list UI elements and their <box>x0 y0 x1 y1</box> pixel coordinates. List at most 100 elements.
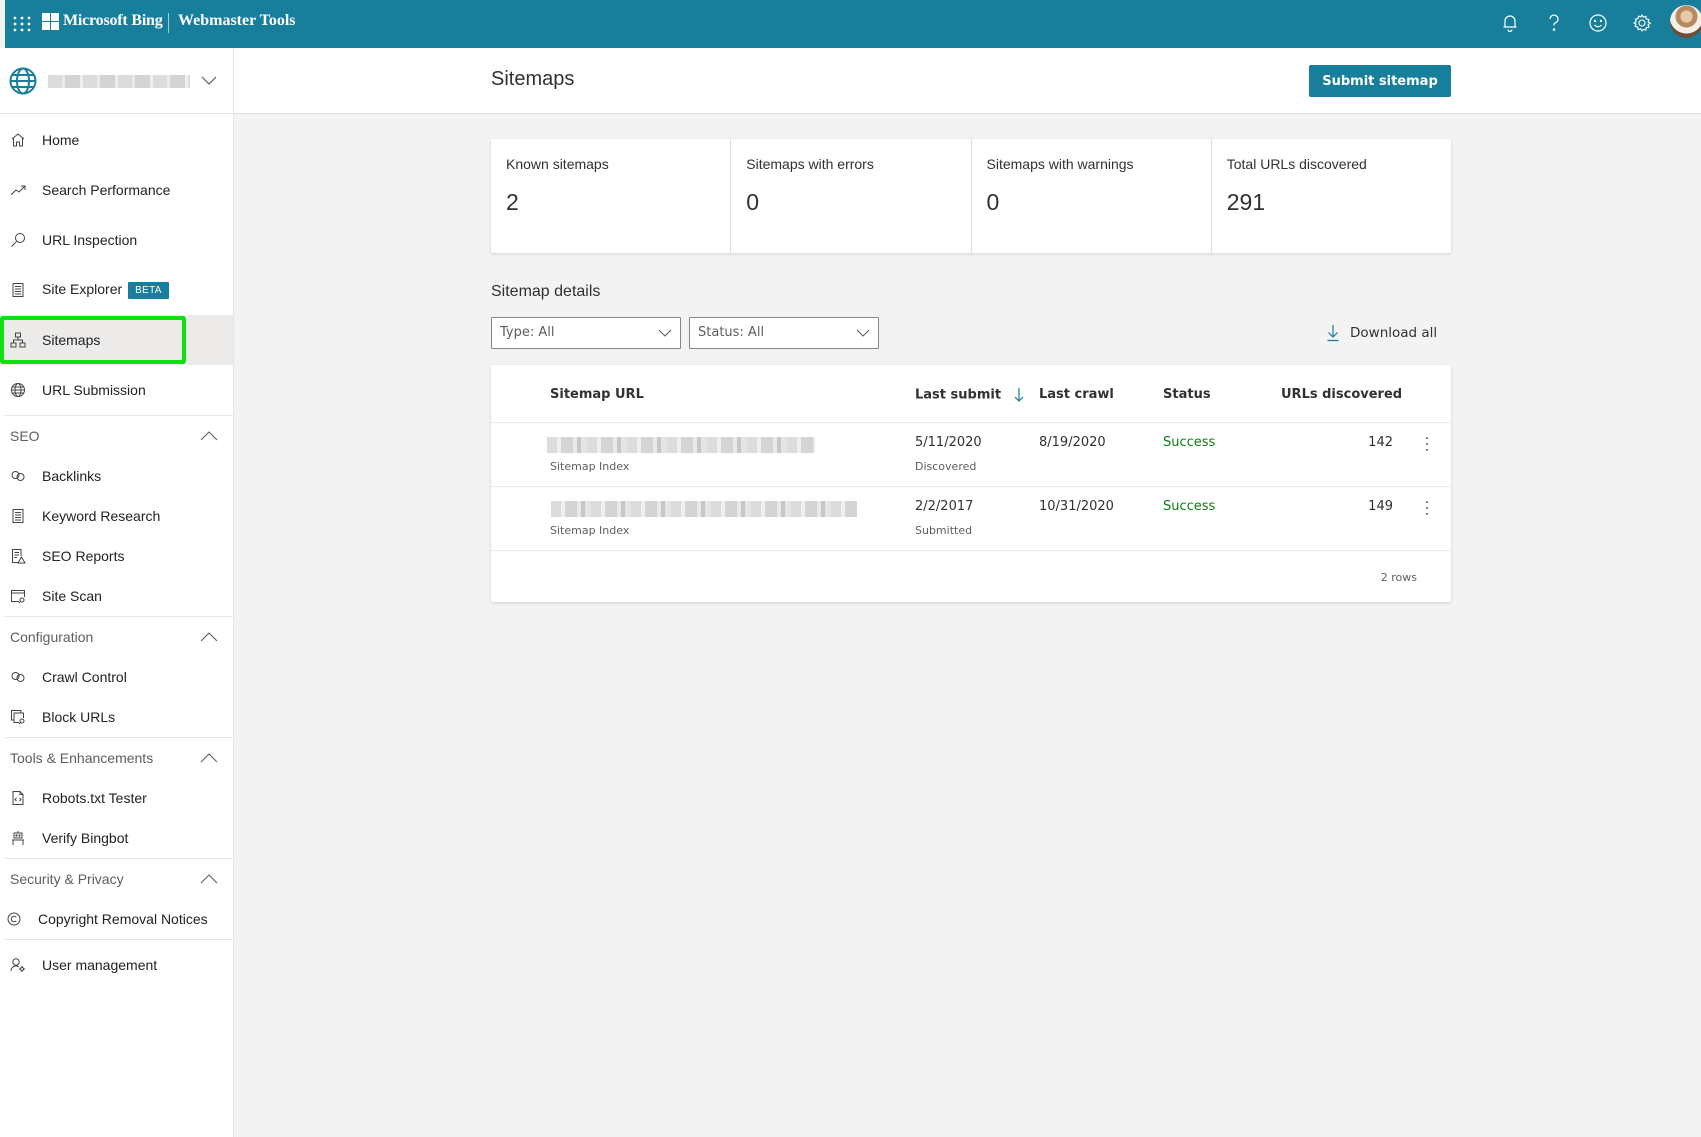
document-list-icon <box>9 507 27 525</box>
chevron-up-icon[interactable] <box>200 431 218 441</box>
site-name-redacted <box>48 75 190 88</box>
sidebar-item-user-management[interactable]: User management <box>0 945 233 985</box>
column-header-status[interactable]: Status <box>1163 387 1211 402</box>
stat-value: 2 <box>506 189 519 215</box>
sidebar-item-home[interactable]: Home <box>0 120 233 160</box>
sidebar-item-backlinks[interactable]: Backlinks <box>0 456 233 496</box>
column-header-urls-discovered[interactable]: URLs discovered <box>1281 387 1402 402</box>
stat-label: Total URLs discovered <box>1226 156 1367 172</box>
status-filter-value: Status: All <box>698 325 765 340</box>
bell-icon[interactable] <box>1499 12 1521 34</box>
chevron-down-icon <box>658 329 672 337</box>
sidebar-item-url-submission[interactable]: URL Submission <box>0 370 233 410</box>
stat-label: Sitemaps with warnings <box>986 156 1134 172</box>
sidebar-item-robots-tester[interactable]: Robots.txt Tester <box>0 778 233 818</box>
type-filter-dropdown[interactable]: Type: All <box>491 317 681 349</box>
chevron-up-icon[interactable] <box>200 753 218 763</box>
sidebar-item-copyright-removal[interactable]: Copyright Removal Notices <box>0 899 233 939</box>
sidebar-group-configuration[interactable]: Configuration <box>0 617 233 657</box>
urls-discovered-count: 149 <box>1368 499 1393 514</box>
type-filter-value: Type: All <box>500 325 555 340</box>
stat-card-errors: Sitemaps with errors 0 <box>731 139 972 253</box>
report-warning-icon <box>9 547 27 565</box>
block-urls-icon <box>9 708 27 726</box>
sidebar-item-site-scan[interactable]: Site Scan <box>0 576 233 616</box>
chevron-down-icon[interactable] <box>201 76 217 86</box>
copyright-icon <box>5 910 23 928</box>
sidebar-item-url-inspection[interactable]: URL Inspection <box>0 220 233 260</box>
sitemap-icon <box>9 331 27 349</box>
status-badge: Success <box>1163 499 1216 514</box>
status-filter-dropdown[interactable]: Status: All <box>689 317 879 349</box>
help-icon[interactable] <box>1543 12 1565 34</box>
sidebar-group-seo[interactable]: SEO <box>0 416 233 456</box>
column-header-sitemap-url[interactable]: Sitemap URL <box>550 387 644 402</box>
link-icon <box>9 668 27 686</box>
app-launcher-icon[interactable] <box>11 13 33 35</box>
site-scan-icon <box>9 587 27 605</box>
last-crawl-date: 8/19/2020 <box>1039 435 1106 450</box>
table-row[interactable]: Sitemap Index 5/11/2020 Discovered 8/19/… <box>491 423 1451 487</box>
sidebar-group-tools[interactable]: Tools & Enhancements <box>0 738 233 778</box>
code-file-icon <box>9 789 27 807</box>
sidebar-group-security[interactable]: Security & Privacy <box>0 859 233 899</box>
sidebar: Home Search Performance URL Inspection S… <box>0 48 234 1137</box>
download-all-label: Download all <box>1350 325 1438 341</box>
sidebar-item-search-performance[interactable]: Search Performance <box>0 170 233 210</box>
download-icon <box>1327 325 1339 342</box>
sidebar-item-sitemaps[interactable]: Sitemaps <box>0 315 233 365</box>
sitemap-url-redacted[interactable] <box>551 501 857 517</box>
user-avatar[interactable] <box>1670 5 1701 38</box>
column-header-last-submit[interactable]: Last submit <box>915 387 1024 403</box>
globe-icon <box>9 67 37 95</box>
stat-card-known-sitemaps: Known sitemaps 2 <box>491 139 732 253</box>
urls-discovered-count: 142 <box>1368 435 1393 450</box>
table-row[interactable]: Sitemap Index 2/2/2017 Submitted 10/31/2… <box>491 487 1451 551</box>
user-settings-icon <box>9 956 27 974</box>
summary-cards: Known sitemaps 2 Sitemaps with errors 0 … <box>491 139 1451 253</box>
sitemap-type: Sitemap Index <box>550 524 630 537</box>
column-header-label: Last submit <box>915 387 1002 403</box>
feedback-smiley-icon[interactable] <box>1587 12 1609 34</box>
stat-value: 291 <box>1226 189 1266 215</box>
sidebar-item-label: Site Explorer <box>42 281 123 297</box>
brand-name[interactable]: Microsoft Bing <box>63 12 163 30</box>
link-icon <box>9 467 27 485</box>
stat-value: 0 <box>986 189 1000 215</box>
stat-label: Sitemaps with errors <box>746 156 874 172</box>
last-submit-date: 5/11/2020 <box>915 435 982 450</box>
sidebar-item-block-urls[interactable]: Block URLs <box>0 697 233 737</box>
stat-card-warnings: Sitemaps with warnings 0 <box>972 139 1212 253</box>
stat-card-total-urls: Total URLs discovered 291 <box>1212 139 1451 253</box>
stat-value: 0 <box>746 189 760 215</box>
last-submit-date: 2/2/2017 <box>915 499 974 514</box>
sidebar-item-site-explorer[interactable]: Site Explorer BETA <box>0 270 233 310</box>
sidebar-item-seo-reports[interactable]: SEO Reports <box>0 536 233 576</box>
more-options-icon[interactable] <box>1424 499 1430 517</box>
microsoft-logo-icon <box>42 13 59 30</box>
chevron-up-icon[interactable] <box>200 632 218 642</box>
more-options-icon[interactable] <box>1424 435 1430 453</box>
column-header-last-crawl[interactable]: Last crawl <box>1039 387 1114 402</box>
sidebar-item-keyword-research[interactable]: Keyword Research <box>0 496 233 536</box>
chevron-up-icon[interactable] <box>200 874 218 884</box>
submit-sitemap-button[interactable]: Submit sitemap <box>1309 65 1451 97</box>
home-icon <box>9 131 27 149</box>
product-name[interactable]: Webmaster Tools <box>178 12 296 30</box>
submit-note: Discovered <box>915 460 977 473</box>
sitemap-url-redacted[interactable] <box>547 437 815 453</box>
page-header: Sitemaps Submit sitemap <box>234 48 1701 114</box>
sitemaps-table: Sitemap URL Last submit Last crawl Statu… <box>491 365 1451 602</box>
document-list-icon <box>9 281 27 299</box>
site-selector[interactable] <box>0 48 233 114</box>
submit-note: Submitted <box>915 524 973 537</box>
sidebar-item-crawl-control[interactable]: Crawl Control <box>0 657 233 697</box>
sort-descending-icon[interactable] <box>1014 387 1024 403</box>
last-crawl-date: 10/31/2020 <box>1039 499 1114 514</box>
sidebar-item-verify-bingbot[interactable]: Verify Bingbot <box>0 818 233 858</box>
download-all-button[interactable]: Download all <box>1326 322 1437 344</box>
robot-icon <box>9 829 27 847</box>
settings-gear-icon[interactable] <box>1631 12 1653 34</box>
brand-separator <box>168 13 169 33</box>
sidebar-divider <box>5 939 233 940</box>
